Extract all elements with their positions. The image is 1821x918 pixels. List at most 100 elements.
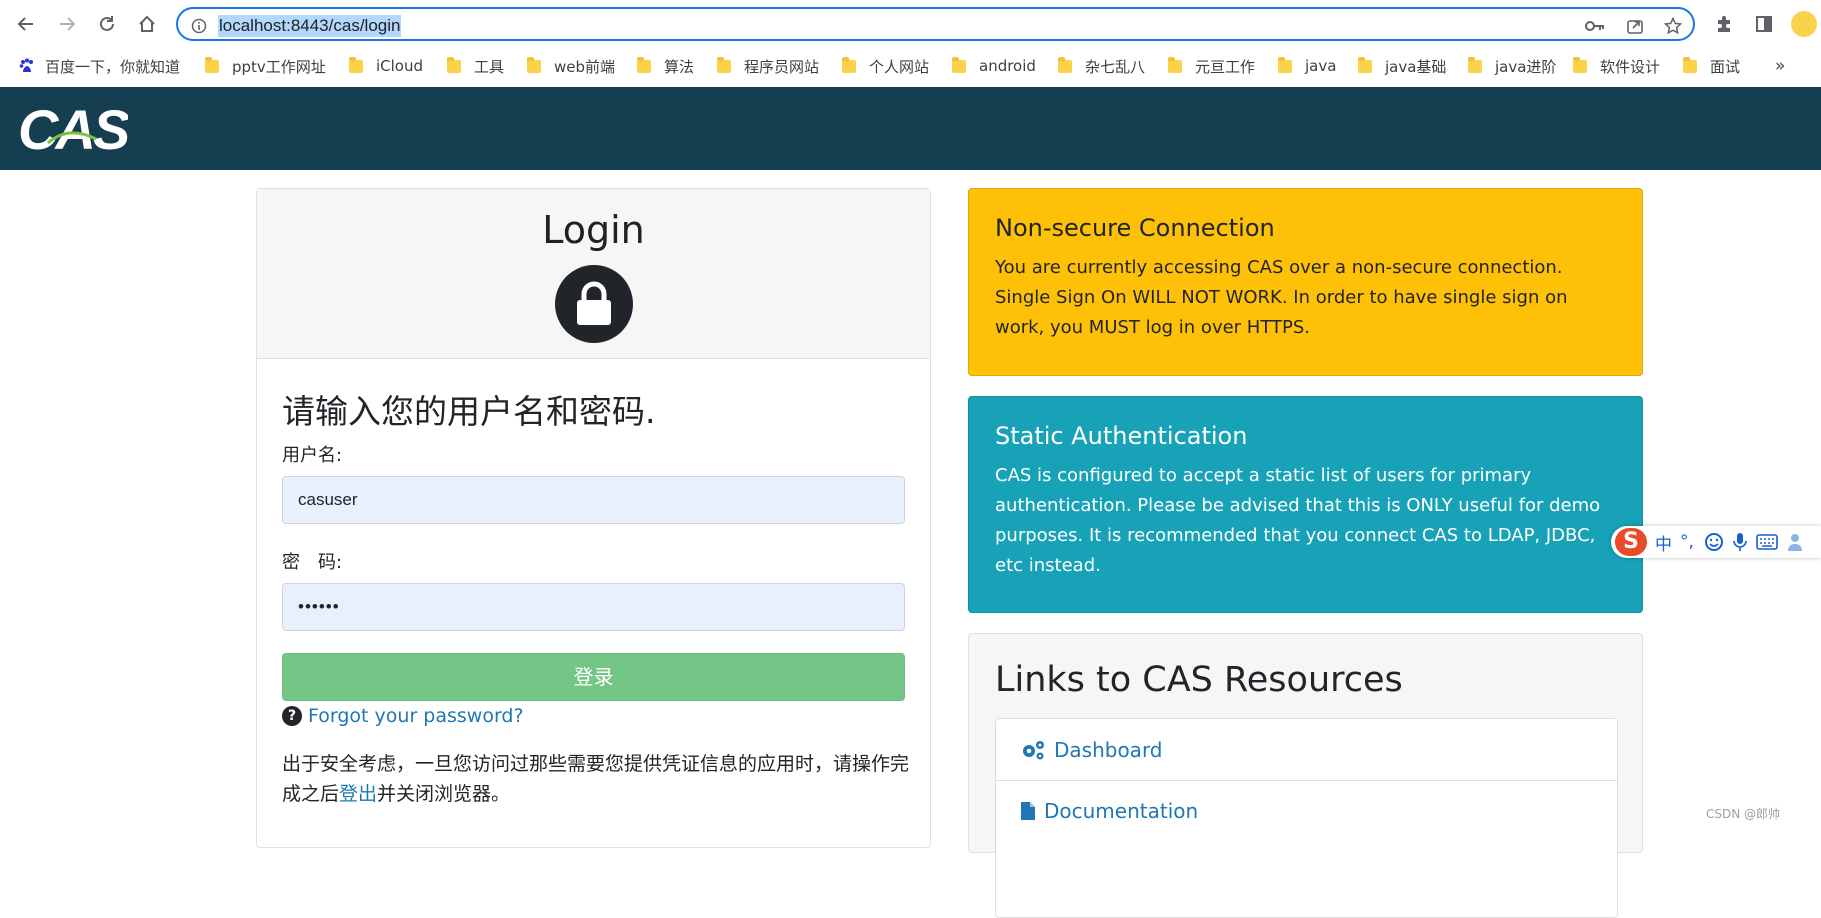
bookmark-label: iCloud bbox=[376, 57, 424, 75]
baidu-paw-icon bbox=[19, 58, 33, 72]
login-card-header: Login bbox=[257, 189, 930, 359]
bookmark-label: 软件设计 bbox=[1600, 57, 1661, 76]
documentation-link[interactable]: Documentation bbox=[996, 780, 1617, 841]
folder-icon bbox=[1058, 56, 1072, 73]
back-arrow-icon bbox=[17, 17, 33, 31]
folder-icon bbox=[1468, 56, 1482, 73]
bookmarks-bar: 百度一下，你就知道 pptv工作网址 iCloud 工具 web前端 算法 程序… bbox=[0, 46, 1821, 84]
resources-list: Dashboard Documentation bbox=[995, 718, 1618, 918]
bookmark-folder[interactable]: java进阶 bbox=[1468, 55, 1556, 77]
folder-icon bbox=[527, 56, 541, 73]
question-circle-icon: ? bbox=[282, 706, 302, 726]
folder-icon bbox=[637, 56, 651, 73]
bookmark-folder[interactable]: 元亘工作 bbox=[1168, 55, 1255, 77]
ime-toolbar[interactable]: S 中 °, bbox=[1611, 526, 1821, 558]
folder-icon bbox=[205, 56, 219, 73]
keyboard-icon[interactable] bbox=[1756, 534, 1778, 550]
gears-icon bbox=[1023, 740, 1044, 759]
extensions-button[interactable] bbox=[1710, 10, 1738, 38]
forward-button[interactable] bbox=[53, 10, 81, 38]
forgot-password-link[interactable]: ? Forgot your password? bbox=[282, 701, 524, 731]
bookmark-label: java基础 bbox=[1385, 57, 1447, 76]
password-label: 密 码: bbox=[282, 552, 343, 573]
folder-icon bbox=[952, 56, 966, 73]
bookmark-label: 算法 bbox=[664, 57, 695, 76]
warning-title: Non-secure Connection bbox=[995, 214, 1275, 242]
watermark: CSDN @郎帅 bbox=[1706, 807, 1781, 821]
ime-chinese-mode[interactable]: 中 bbox=[1655, 530, 1672, 555]
back-button[interactable] bbox=[12, 10, 40, 38]
bookmark-folder[interactable]: 软件设计 bbox=[1573, 55, 1660, 77]
info-title: Static Authentication bbox=[995, 422, 1248, 450]
resources-title: Links to CAS Resources bbox=[995, 660, 1403, 700]
forward-arrow-icon bbox=[60, 17, 76, 31]
bookmark-label: java进阶 bbox=[1495, 57, 1557, 76]
login-submit-button[interactable]: 登录 bbox=[282, 653, 905, 701]
bookmark-label: android bbox=[979, 57, 1036, 75]
home-button[interactable] bbox=[133, 10, 161, 38]
bookmarks-overflow-button[interactable]: » bbox=[1775, 55, 1785, 77]
share-icon[interactable] bbox=[1624, 15, 1646, 37]
home-icon bbox=[139, 15, 155, 32]
bookmark-label: java bbox=[1305, 57, 1337, 75]
info-body: CAS is configured to accept a static lis… bbox=[995, 465, 1601, 576]
bookmark-label: 个人网站 bbox=[869, 57, 930, 76]
bookmark-folder[interactable]: web前端 bbox=[527, 55, 615, 77]
folder-icon bbox=[349, 56, 363, 73]
folder-icon bbox=[842, 56, 856, 73]
side-panel-button[interactable] bbox=[1750, 10, 1778, 38]
star-icon[interactable] bbox=[1662, 15, 1684, 37]
bookmark-item[interactable]: 百度一下，你就知道 bbox=[18, 55, 180, 77]
non-secure-warning: Non-secure Connection You are currently … bbox=[968, 188, 1643, 376]
password-input[interactable]: •••••• bbox=[282, 583, 905, 631]
user-settings-icon[interactable] bbox=[1786, 532, 1806, 552]
bookmark-folder[interactable]: 程序员网站 bbox=[717, 55, 819, 77]
username-input[interactable]: casuser bbox=[282, 476, 905, 524]
emoji-icon[interactable] bbox=[1704, 532, 1724, 552]
reload-icon bbox=[100, 16, 114, 31]
browser-chrome: localhost:8443/cas/login 百度一下，你就知道 pptv工… bbox=[0, 0, 1821, 87]
reload-button[interactable] bbox=[93, 10, 121, 38]
url-text[interactable]: localhost:8443/cas/login bbox=[218, 15, 402, 37]
bookmark-label: 面试 bbox=[1710, 57, 1741, 76]
lock-icon bbox=[555, 265, 633, 343]
bookmark-folder[interactable]: android bbox=[952, 55, 1036, 77]
microphone-icon[interactable] bbox=[1732, 532, 1748, 552]
bookmark-label: 程序员网站 bbox=[744, 57, 820, 76]
warning-body: You are currently accessing CAS over a n… bbox=[995, 257, 1568, 338]
bookmark-folder[interactable]: 杂七乱八 bbox=[1058, 55, 1145, 77]
logout-link[interactable]: 登出 bbox=[339, 783, 377, 805]
bookmark-folder[interactable]: java bbox=[1278, 55, 1336, 77]
bookmark-folder[interactable]: pptv工作网址 bbox=[205, 55, 326, 77]
bookmark-folder[interactable]: iCloud bbox=[349, 55, 423, 77]
bookmark-label: web前端 bbox=[554, 57, 616, 76]
folder-icon bbox=[1683, 56, 1697, 73]
folder-icon bbox=[1573, 56, 1587, 73]
folder-icon bbox=[447, 56, 461, 73]
ime-punctuation[interactable]: °, bbox=[1680, 532, 1694, 552]
avatar bbox=[1791, 11, 1817, 37]
dashboard-label: Dashboard bbox=[1054, 737, 1163, 762]
side-panel-icon bbox=[1756, 16, 1772, 32]
cas-logo[interactable]: CAS bbox=[18, 99, 128, 159]
svg-text:CAS: CAS bbox=[18, 99, 128, 159]
document-icon bbox=[1021, 802, 1035, 820]
key-icon[interactable] bbox=[1584, 15, 1606, 37]
security-note: 出于安全考虑，一旦您访问过那些需要您提供凭证信息的应用时，请操作完成之后登出并关… bbox=[282, 749, 912, 809]
dashboard-link[interactable]: Dashboard bbox=[996, 719, 1617, 780]
bookmark-folder[interactable]: 面试 bbox=[1683, 55, 1740, 77]
bookmark-label: 元亘工作 bbox=[1195, 57, 1256, 76]
bookmark-folder[interactable]: 个人网站 bbox=[842, 55, 929, 77]
site-info-icon[interactable] bbox=[188, 15, 210, 37]
profile-button[interactable] bbox=[1790, 10, 1818, 38]
bookmark-folder[interactable]: 算法 bbox=[637, 55, 694, 77]
folder-icon bbox=[1358, 56, 1372, 73]
bookmark-folder[interactable]: 工具 bbox=[447, 55, 504, 77]
bookmark-folder[interactable]: java基础 bbox=[1358, 55, 1446, 77]
bookmark-label: 工具 bbox=[474, 57, 505, 76]
address-bar[interactable]: localhost:8443/cas/login bbox=[176, 7, 1695, 41]
login-prompt: 请输入您的用户名和密码. bbox=[282, 392, 656, 431]
sogou-logo-icon[interactable]: S bbox=[1615, 528, 1647, 556]
puzzle-icon bbox=[1718, 16, 1730, 32]
static-auth-notice: Static Authentication CAS is configured … bbox=[968, 396, 1643, 613]
